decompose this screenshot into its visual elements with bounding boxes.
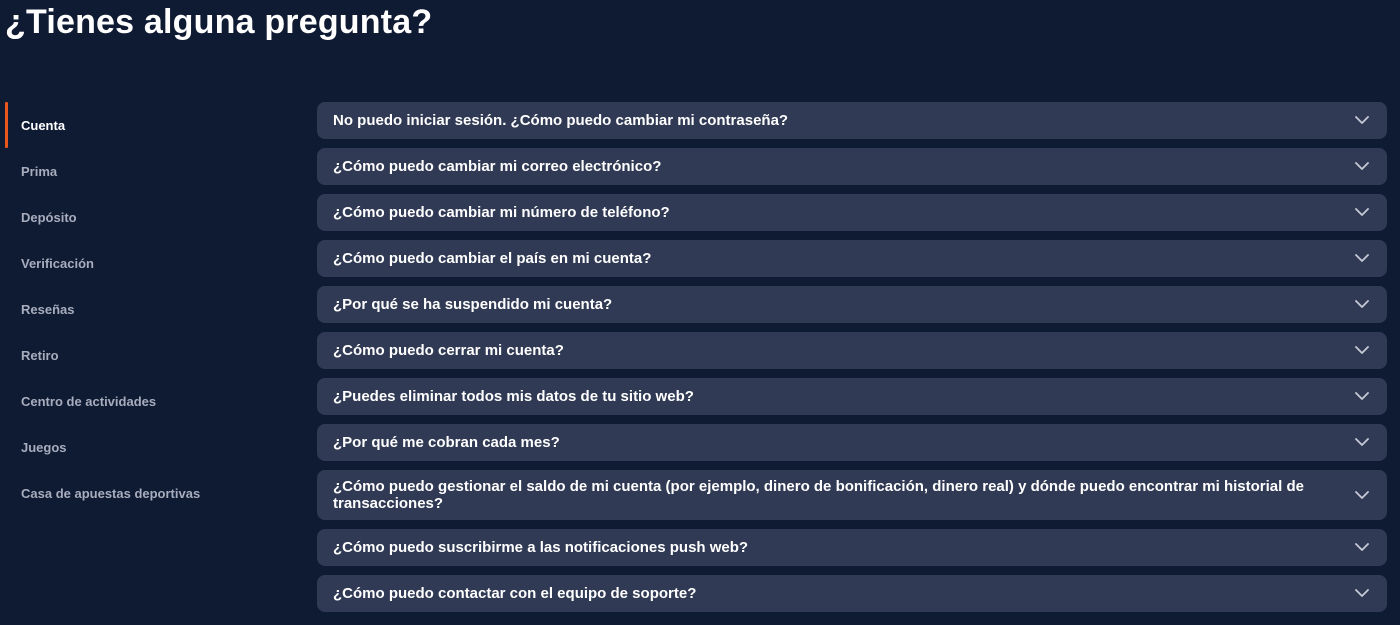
faq-item[interactable]: ¿Cómo puedo cambiar mi número de teléfon… <box>317 194 1387 231</box>
sidebar-item-label: Juegos <box>21 439 67 455</box>
sidebar-item-resenas[interactable]: Reseñas <box>5 286 275 332</box>
chevron-down-icon <box>1355 114 1369 128</box>
chevron-down-icon <box>1355 541 1369 555</box>
faq-list: No puedo iniciar sesión. ¿Cómo puedo cam… <box>317 102 1387 621</box>
faq-item[interactable]: ¿Cómo puedo cerrar mi cuenta? <box>317 332 1387 369</box>
sidebar-item-casa-de-apuestas-deportivas[interactable]: Casa de apuestas deportivas <box>5 470 275 516</box>
sidebar-item-retiro[interactable]: Retiro <box>5 332 275 378</box>
chevron-down-icon <box>1355 298 1369 312</box>
faq-question: ¿Por qué se ha suspendido mi cuenta? <box>333 296 613 313</box>
faq-question: ¿Cómo puedo contactar con el equipo de s… <box>333 585 697 602</box>
faq-question: ¿Puedes eliminar todos mis datos de tu s… <box>333 388 694 405</box>
faq-item[interactable]: ¿Cómo puedo cambiar el país en mi cuenta… <box>317 240 1387 277</box>
chevron-down-icon <box>1355 488 1369 502</box>
sidebar-item-deposito[interactable]: Depósito <box>5 194 275 240</box>
page-title: ¿Tienes alguna pregunta? <box>5 3 433 41</box>
sidebar-item-label: Cuenta <box>21 117 66 133</box>
faq-question: ¿Cómo puedo cerrar mi cuenta? <box>333 342 564 359</box>
faq-question: No puedo iniciar sesión. ¿Cómo puedo cam… <box>333 112 789 129</box>
faq-item[interactable]: ¿Por qué se ha suspendido mi cuenta? <box>317 286 1387 323</box>
faq-item[interactable]: ¿Cómo puedo contactar con el equipo de s… <box>317 575 1387 612</box>
sidebar-item-label: Reseñas <box>21 301 75 317</box>
sidebar-item-label: Centro de actividades <box>21 393 157 409</box>
chevron-down-icon <box>1355 344 1369 358</box>
faq-category-sidebar: Cuenta Prima Depósito Verificación Reseñ… <box>5 102 275 516</box>
sidebar-item-prima[interactable]: Prima <box>5 148 275 194</box>
chevron-down-icon <box>1355 160 1369 174</box>
faq-question: ¿Cómo puedo gestionar el saldo de mi cue… <box>333 478 1304 512</box>
faq-question: ¿Cómo puedo cambiar el país en mi cuenta… <box>333 250 652 267</box>
sidebar-item-label: Retiro <box>21 347 59 363</box>
faq-question: ¿Por qué me cobran cada mes? <box>333 434 560 451</box>
sidebar-item-label: Depósito <box>21 209 77 225</box>
sidebar-item-label: Casa de apuestas deportivas <box>21 485 201 501</box>
sidebar-item-juegos[interactable]: Juegos <box>5 424 275 470</box>
faq-item[interactable]: ¿Puedes eliminar todos mis datos de tu s… <box>317 378 1387 415</box>
sidebar-item-cuenta[interactable]: Cuenta <box>5 102 275 148</box>
faq-item[interactable]: ¿Cómo puedo gestionar el saldo de mi cue… <box>317 470 1387 520</box>
sidebar-item-centro-de-actividades[interactable]: Centro de actividades <box>5 378 275 424</box>
faq-item[interactable]: ¿Por qué me cobran cada mes? <box>317 424 1387 461</box>
chevron-down-icon <box>1355 587 1369 601</box>
faq-item[interactable]: No puedo iniciar sesión. ¿Cómo puedo cam… <box>317 102 1387 139</box>
chevron-down-icon <box>1355 252 1369 266</box>
faq-question: ¿Cómo puedo cambiar mi número de teléfon… <box>333 204 670 221</box>
faq-item[interactable]: ¿Cómo puedo cambiar mi correo electrónic… <box>317 148 1387 185</box>
faq-item[interactable]: ¿Cómo puedo suscribirme a las notificaci… <box>317 529 1387 566</box>
sidebar-item-label: Prima <box>21 163 58 179</box>
chevron-down-icon <box>1355 390 1369 404</box>
chevron-down-icon <box>1355 206 1369 220</box>
sidebar-item-verificacion[interactable]: Verificación <box>5 240 275 286</box>
chevron-down-icon <box>1355 436 1369 450</box>
faq-question: ¿Cómo puedo suscribirme a las notificaci… <box>333 539 749 556</box>
faq-question: ¿Cómo puedo cambiar mi correo electrónic… <box>333 158 662 175</box>
sidebar-item-label: Verificación <box>21 255 94 271</box>
